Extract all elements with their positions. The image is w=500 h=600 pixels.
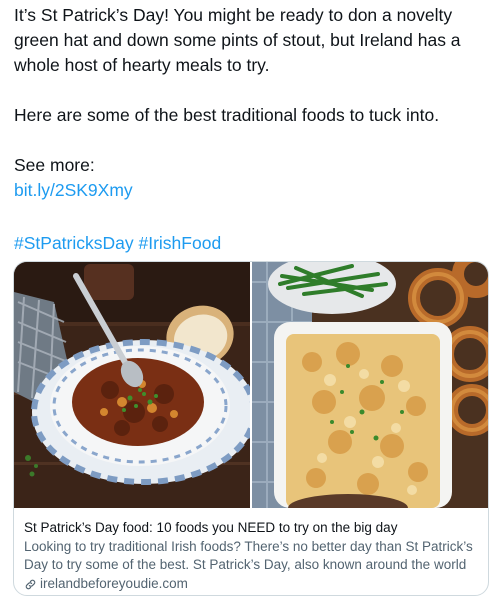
card-title: St Patrick’s Day food: 10 foods you NEED… <box>24 520 398 535</box>
see-more-label: See more: <box>14 155 95 175</box>
link-preview-card[interactable]: St Patrick’s Day food: 10 foods you NEED… <box>13 261 489 596</box>
tweet: It’s St Patrick’s Day! You might be read… <box>0 0 500 600</box>
shepherds-pie-photo <box>252 262 488 508</box>
hashtag-stpatricksday[interactable]: #StPatricksDay <box>14 233 134 253</box>
card-body: St Patrick’s Day food: 10 foods you NEED… <box>24 519 482 593</box>
card-media[interactable] <box>14 262 488 508</box>
tweet-paragraph-1: It’s St Patrick’s Day! You might be read… <box>14 5 461 75</box>
tweet-paragraph-2: Here are some of the best traditional fo… <box>14 105 440 125</box>
hashtags: #StPatricksDay #IrishFood <box>14 231 221 256</box>
tweet-text: It’s St Patrick’s Day! You might be read… <box>14 3 492 203</box>
card-domain: irelandbeforeyoudie.com <box>40 576 188 591</box>
card-description: Looking to try traditional Irish foods? … <box>24 539 473 572</box>
stew-bowl-photo <box>14 262 250 508</box>
link-icon <box>24 578 37 591</box>
hashtag-irishfood[interactable]: #IrishFood <box>139 233 222 253</box>
card-domain-row: irelandbeforeyoudie.com <box>24 575 482 593</box>
short-link[interactable]: bit.ly/2SK9Xmy <box>14 180 133 200</box>
